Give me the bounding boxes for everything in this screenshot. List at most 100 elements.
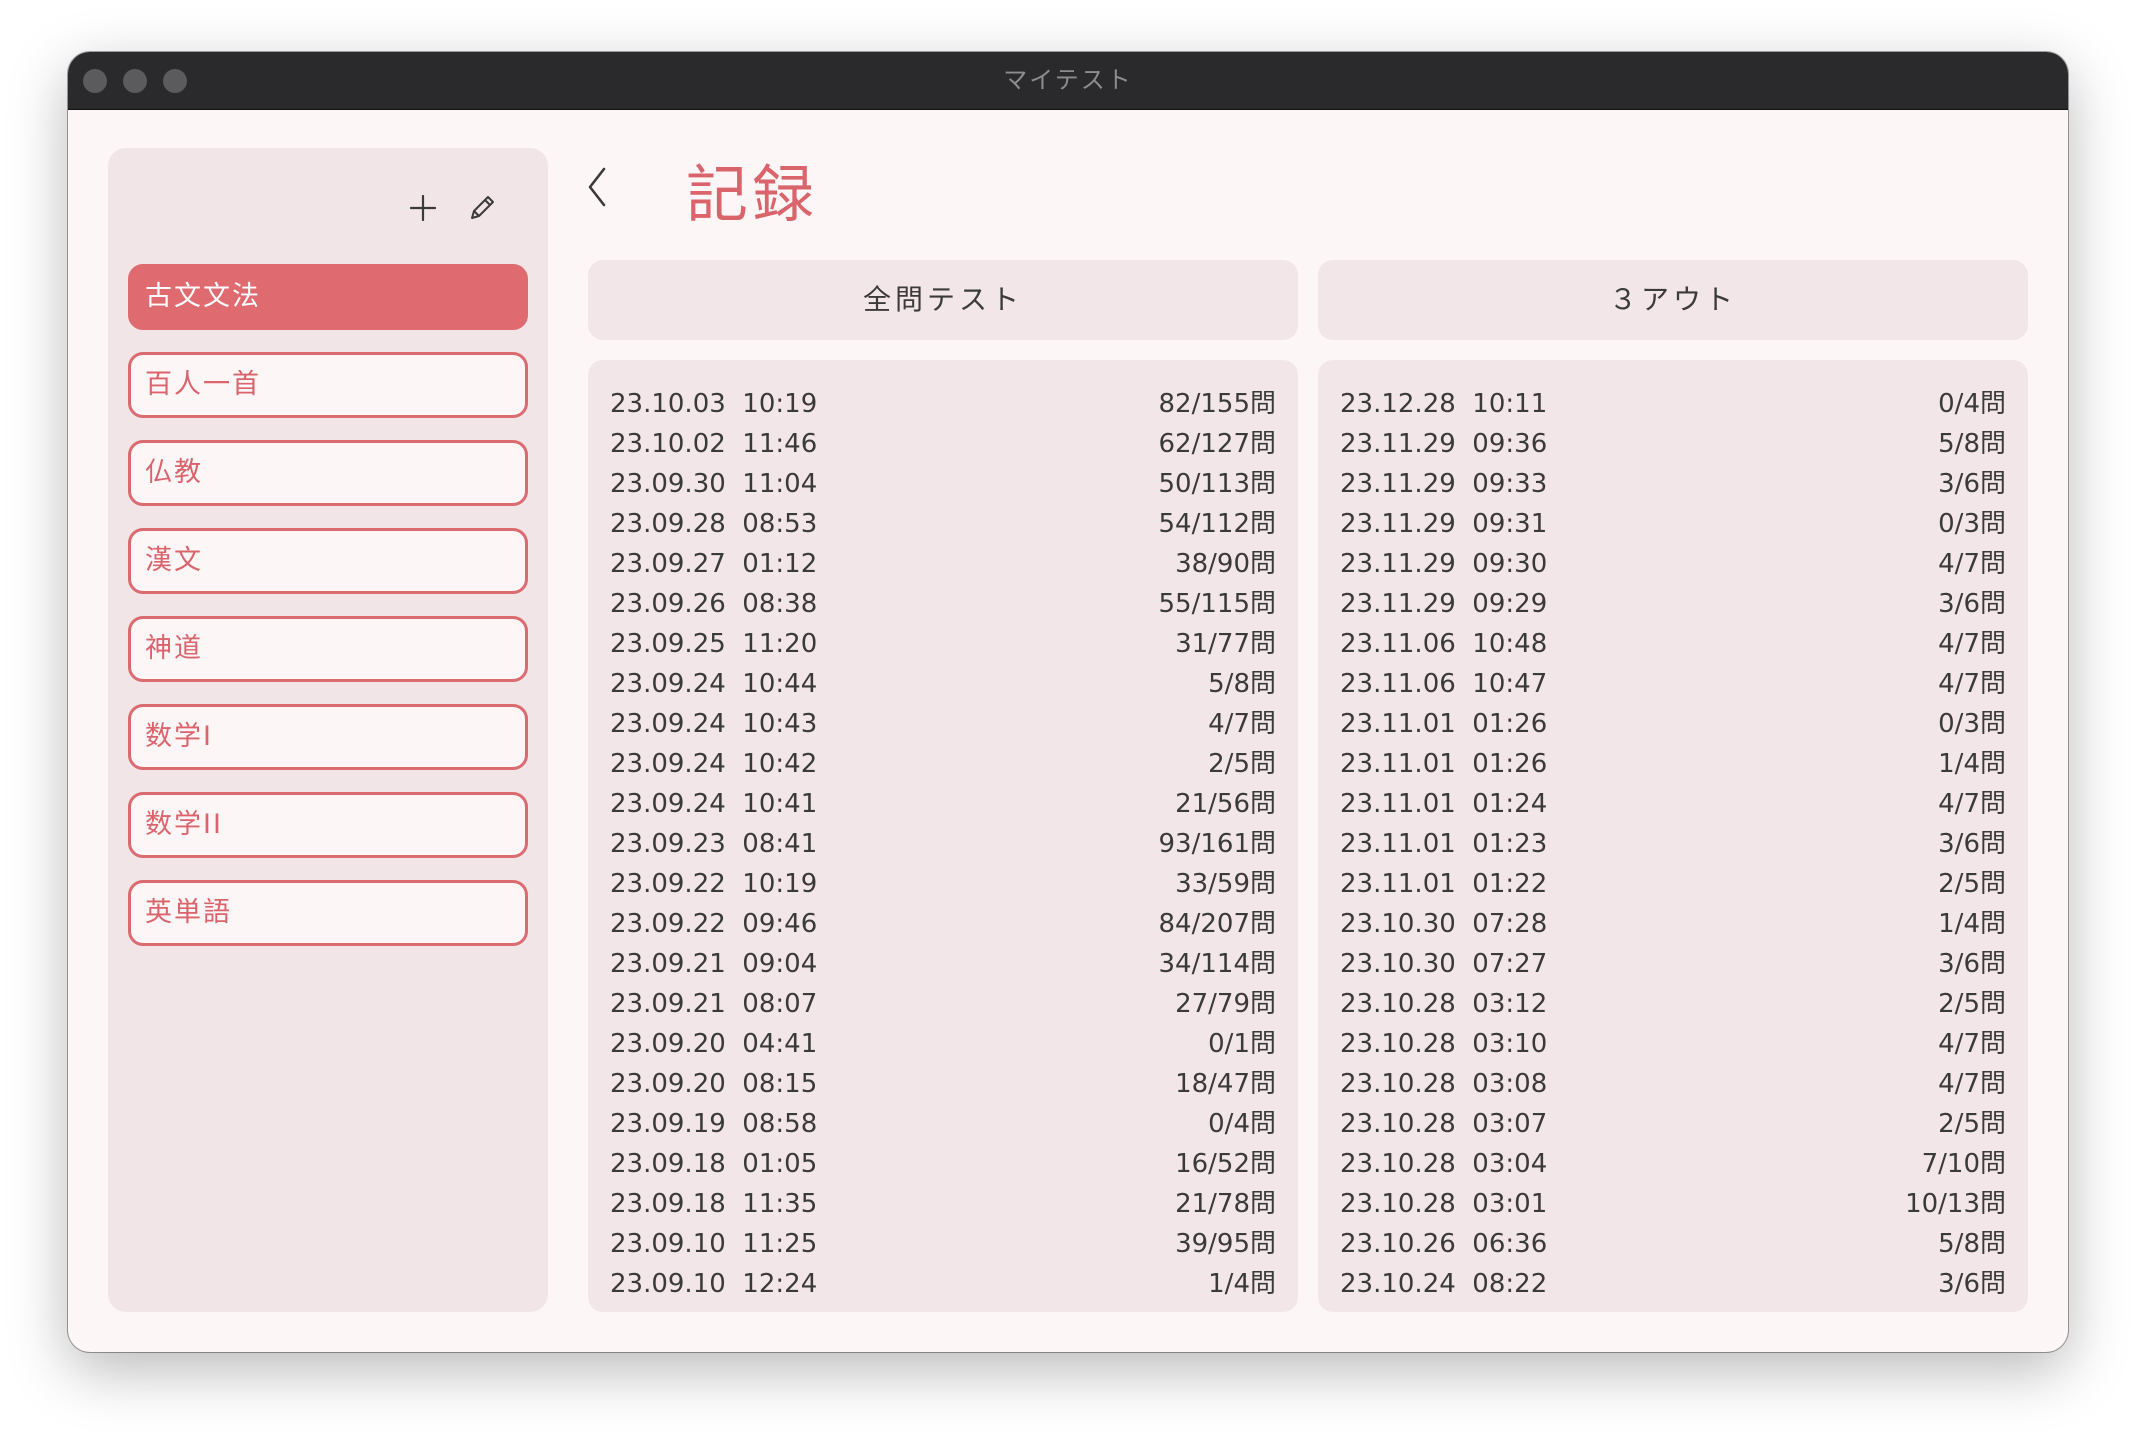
subject-item[interactable]: 神道	[128, 616, 528, 682]
record-row[interactable]: 23.09.19 08:58 0/4問	[610, 1104, 1276, 1144]
record-datetime: 23.09.24 10:41	[610, 789, 818, 819]
record-row[interactable]: 23.09.24 10:44 5/8問	[610, 664, 1276, 704]
subject-item[interactable]: 古文文法	[128, 264, 528, 330]
record-datetime: 23.11.29 09:30	[1340, 549, 1548, 579]
record-datetime: 23.10.30 07:27	[1340, 949, 1548, 979]
record-row[interactable]: 23.09.25 11:20 31/77問	[610, 624, 1276, 664]
record-row[interactable]: 23.09.10 12:24 1/4問	[610, 1264, 1276, 1304]
record-score: 50/113問	[1158, 469, 1276, 499]
record-datetime: 23.10.30 07:28	[1340, 909, 1548, 939]
record-datetime: 23.09.20 08:15	[610, 1069, 818, 1099]
record-datetime: 23.11.01 01:24	[1340, 789, 1548, 819]
record-datetime: 23.09.18 01:05	[610, 1149, 818, 1179]
record-row[interactable]: 23.11.01 01:23 3/6問	[1340, 824, 2006, 864]
record-row[interactable]: 23.09.21 09:04 34/114問	[610, 944, 1276, 984]
record-datetime: 23.09.22 10:19	[610, 869, 818, 899]
record-row[interactable]: 23.10.28 03:12 2/5問	[1340, 984, 2006, 1024]
record-score: 38/90問	[1175, 549, 1276, 579]
record-datetime: 23.11.06 10:48	[1340, 629, 1548, 659]
record-datetime: 23.09.24 10:43	[610, 709, 818, 739]
record-score: 27/79問	[1175, 989, 1276, 1019]
record-row[interactable]: 23.09.18 01:05 16/52問	[610, 1144, 1276, 1184]
record-datetime: 23.10.24 08:22	[1340, 1269, 1548, 1299]
add-button[interactable]	[401, 186, 445, 230]
record-row[interactable]: 23.11.29 09:31 0/3問	[1340, 504, 2006, 544]
record-datetime: 23.09.22 09:46	[610, 909, 818, 939]
tab-all-questions-test[interactable]: 全問テスト	[588, 260, 1298, 340]
record-row[interactable]: 23.09.28 08:53 54/112問	[610, 504, 1276, 544]
record-row[interactable]: 23.09.20 04:41 0/1問	[610, 1024, 1276, 1064]
record-row[interactable]: 23.09.10 11:25 39/95問	[610, 1224, 1276, 1264]
record-row[interactable]: 23.10.30 07:27 3/6問	[1340, 944, 2006, 984]
record-score: 84/207問	[1158, 909, 1276, 939]
record-score: 2/5問	[1208, 749, 1276, 779]
record-row[interactable]: 23.11.01 01:26 0/3問	[1340, 704, 2006, 744]
chevron-left-icon	[588, 167, 606, 207]
record-row[interactable]: 23.10.28 03:04 7/10問	[1340, 1144, 2006, 1184]
record-row[interactable]: 23.11.06 10:48 4/7問	[1340, 624, 2006, 664]
record-row[interactable]: 23.12.28 10:11 0/4問	[1340, 384, 2006, 424]
record-score: 93/161問	[1158, 829, 1276, 859]
record-row[interactable]: 23.09.26 08:38 55/115問	[610, 584, 1276, 624]
record-row[interactable]: 23.10.28 03:08 4/7問	[1340, 1064, 2006, 1104]
record-score: 0/1問	[1208, 1029, 1276, 1059]
record-row[interactable]: 23.09.22 10:19 33/59問	[610, 864, 1276, 904]
record-row[interactable]: 23.10.03 10:19 82/155問	[610, 384, 1276, 424]
record-row[interactable]: 23.10.28 03:01 10/13問	[1340, 1184, 2006, 1224]
record-row[interactable]: 23.09.27 01:12 38/90問	[610, 544, 1276, 584]
record-row[interactable]: 23.11.01 01:24 4/7問	[1340, 784, 2006, 824]
record-datetime: 23.11.01 01:22	[1340, 869, 1548, 899]
plus-icon	[409, 194, 437, 222]
record-row[interactable]: 23.09.21 08:07 27/79問	[610, 984, 1276, 1024]
record-row[interactable]: 23.10.24 08:22 3/6問	[1340, 1264, 2006, 1304]
subject-item[interactable]: 仏教	[128, 440, 528, 506]
record-datetime: 23.09.19 08:58	[610, 1109, 818, 1139]
record-score: 3/6問	[1938, 589, 2006, 619]
record-row[interactable]: 23.11.29 09:33 3/6問	[1340, 464, 2006, 504]
record-score: 34/114問	[1158, 949, 1276, 979]
record-datetime: 23.09.10 11:25	[610, 1229, 818, 1259]
record-score: 0/3問	[1938, 509, 2006, 539]
record-row[interactable]: 23.09.24 10:43 4/7問	[610, 704, 1276, 744]
subject-item[interactable]: 英単語	[128, 880, 528, 946]
tab-three-outs[interactable]: ３アウト	[1318, 260, 2028, 340]
back-button[interactable]	[578, 157, 622, 217]
record-datetime: 23.09.28 08:53	[610, 509, 818, 539]
record-row[interactable]: 23.11.01 01:26 1/4問	[1340, 744, 2006, 784]
record-datetime: 23.10.28 03:12	[1340, 989, 1548, 1019]
record-row[interactable]: 23.09.20 08:15 18/47問	[610, 1064, 1276, 1104]
records-list-all-questions: 23.10.03 10:19 82/155問 23.10.02 11:46 62/12…	[588, 360, 1298, 1312]
record-row[interactable]: 23.10.26 06:36 5/8問	[1340, 1224, 2006, 1264]
record-datetime: 23.09.10 12:24	[610, 1269, 818, 1299]
record-datetime: 23.10.28 03:08	[1340, 1069, 1548, 1099]
record-row[interactable]: 23.09.23 08:41 93/161問	[610, 824, 1276, 864]
record-row[interactable]: 23.10.02 11:46 62/127問	[610, 424, 1276, 464]
record-datetime: 23.10.02 11:46	[610, 429, 818, 459]
record-row[interactable]: 23.11.29 09:36 5/8問	[1340, 424, 2006, 464]
record-score: 0/4問	[1938, 389, 2006, 419]
record-row[interactable]: 23.09.30 11:04 50/113問	[610, 464, 1276, 504]
subject-item[interactable]: 漢文	[128, 528, 528, 594]
record-datetime: 23.09.20 04:41	[610, 1029, 818, 1059]
record-score: 4/7問	[1938, 789, 2006, 819]
subject-item[interactable]: 数学I	[128, 704, 528, 770]
title-bar: マイテスト	[68, 52, 2068, 110]
record-datetime: 23.10.28 03:07	[1340, 1109, 1548, 1139]
record-row[interactable]: 23.11.06 10:47 4/7問	[1340, 664, 2006, 704]
subject-item[interactable]: 数学II	[128, 792, 528, 858]
edit-button[interactable]	[460, 186, 504, 230]
record-row[interactable]: 23.11.29 09:30 4/7問	[1340, 544, 2006, 584]
record-row[interactable]: 23.10.28 03:10 4/7問	[1340, 1024, 2006, 1064]
record-row[interactable]: 23.11.29 09:29 3/6問	[1340, 584, 2006, 624]
subject-item[interactable]: 百人一首	[128, 352, 528, 418]
record-row[interactable]: 23.09.18 11:35 21/78問	[610, 1184, 1276, 1224]
record-datetime: 23.11.29 09:36	[1340, 429, 1548, 459]
record-row[interactable]: 23.10.28 03:07 2/5問	[1340, 1104, 2006, 1144]
record-datetime: 23.10.28 03:01	[1340, 1189, 1548, 1219]
record-row[interactable]: 23.09.24 10:41 21/56問	[610, 784, 1276, 824]
record-row[interactable]: 23.11.01 01:22 2/5問	[1340, 864, 2006, 904]
record-row[interactable]: 23.10.30 07:28 1/4問	[1340, 904, 2006, 944]
record-score: 16/52問	[1175, 1149, 1276, 1179]
record-row[interactable]: 23.09.22 09:46 84/207問	[610, 904, 1276, 944]
record-row[interactable]: 23.09.24 10:42 2/5問	[610, 744, 1276, 784]
